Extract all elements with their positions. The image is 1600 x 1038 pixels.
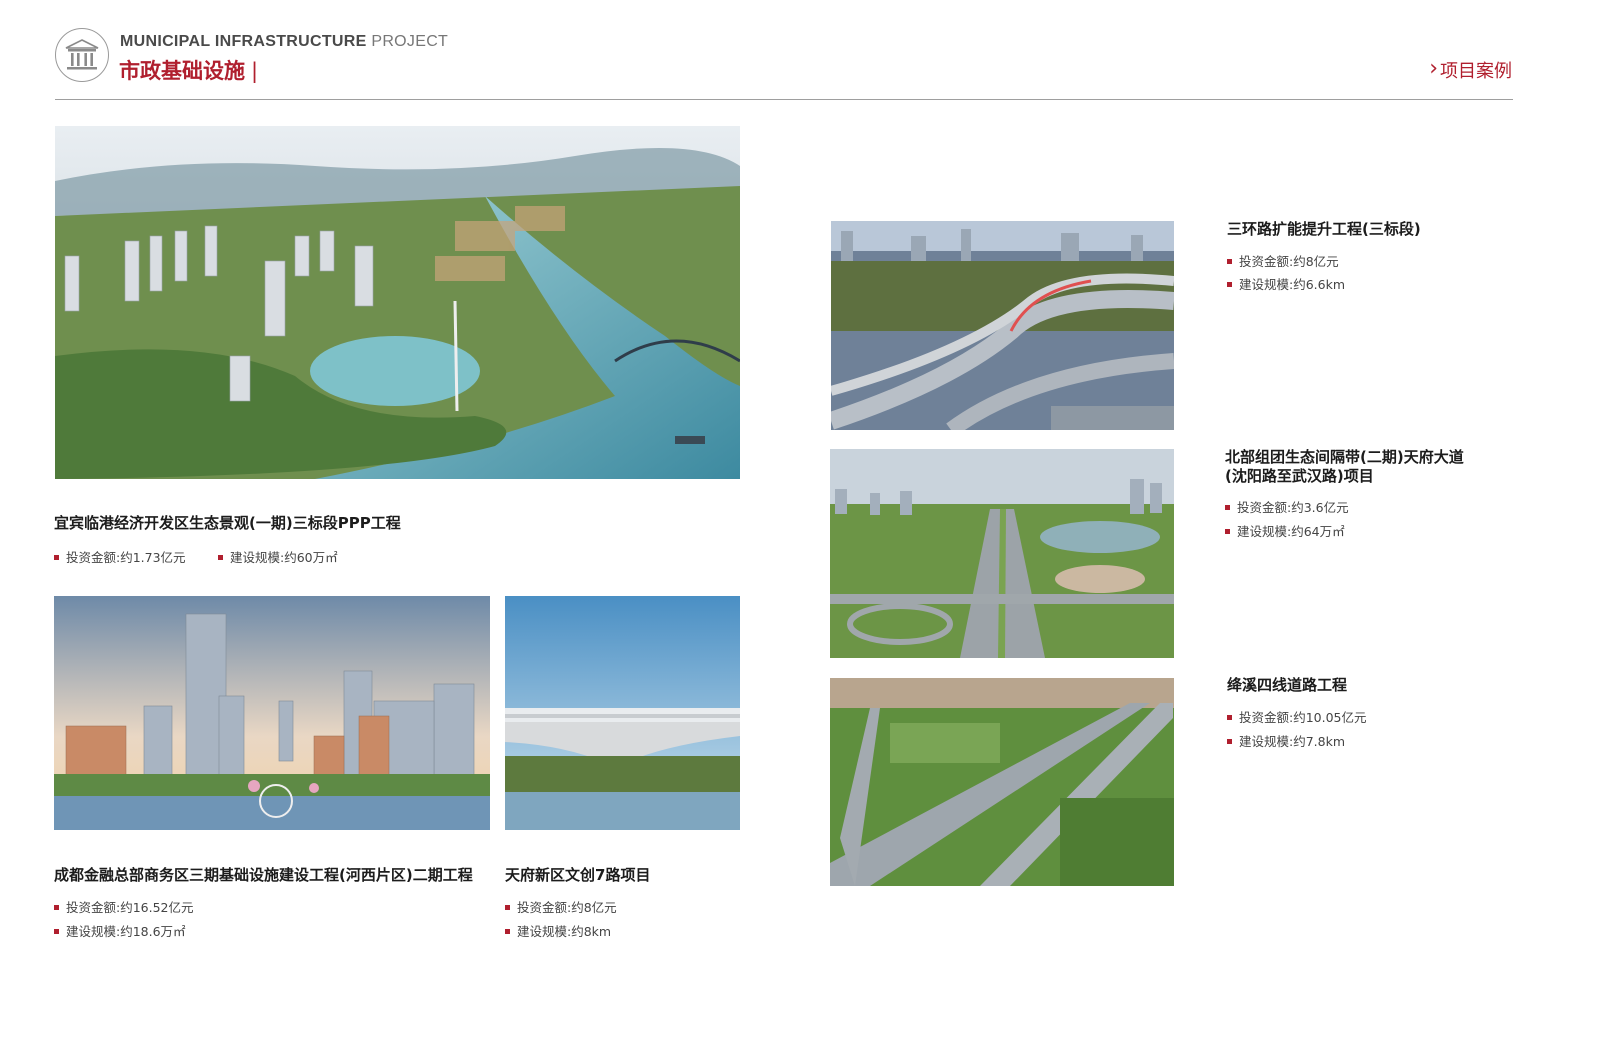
arch-bridge-image [505,596,740,830]
project-title: 绛溪四线道路工程 [1227,676,1348,694]
project-scale: 建设规模:约8km [505,924,611,940]
header-divider [55,99,1513,100]
project-title: 天府新区文创7路项目 [505,866,651,884]
ring-road-interchange-image [831,221,1174,430]
page-title: 市政基础设施 | [119,55,258,85]
page-title-text: 市政基础设施 [119,59,245,83]
project-scale: 建设规模:约7.8km [1227,734,1345,750]
project-title-line-2: (沈阳路至武汉路)项目 [1225,467,1374,485]
project-investment: 投资金额:约1.73亿元 [54,550,186,566]
project-title-line-1: 北部组团生态间隔带(二期)天府大道 [1225,448,1464,466]
project-scale: 建设规模:约60万㎡ [218,550,338,566]
project-cases-label: 项目案例 [1440,61,1512,82]
title-divider: | [251,59,259,83]
project-investment: 投资金额:约16.52亿元 [54,900,194,916]
project-title: 宜宾临港经济开发区生态景观(一期)三标段PPP工程 [54,514,401,532]
header-title-en: MUNICIPAL INFRASTRUCTURE PROJECT [120,33,448,51]
project-scale: 建设规模:约18.6万㎡ [54,924,186,940]
government-building-icon [55,28,109,82]
project-investment: 投资金额:约3.6亿元 [1225,500,1349,516]
project-title: 成都金融总部商务区三期基础设施建设工程(河西片区)二期工程 [54,866,473,884]
project-investment: 投资金额:约8亿元 [1227,254,1339,270]
project-scale: 建设规模:约6.6km [1227,277,1345,293]
project-investment: 投资金额:约10.05亿元 [1227,710,1367,726]
project-investment: 投资金额:约8亿元 [505,900,617,916]
header-title-en-bold: MUNICIPAL INFRASTRUCTURE [120,33,367,50]
header-title-en-light: PROJECT [371,33,449,50]
highway-countryside-image [830,678,1174,886]
chevron-right-icon: › [1429,56,1438,81]
boulevard-aerial-image [830,449,1174,658]
project-title: 三环路扩能提升工程(三标段) [1227,220,1421,238]
financial-district-skyline-image [54,596,490,830]
project-scale: 建设规模:约64万㎡ [1225,524,1345,540]
port-district-aerial-image [55,126,740,479]
project-cases-link[interactable]: › 项目案例 [1429,57,1512,83]
